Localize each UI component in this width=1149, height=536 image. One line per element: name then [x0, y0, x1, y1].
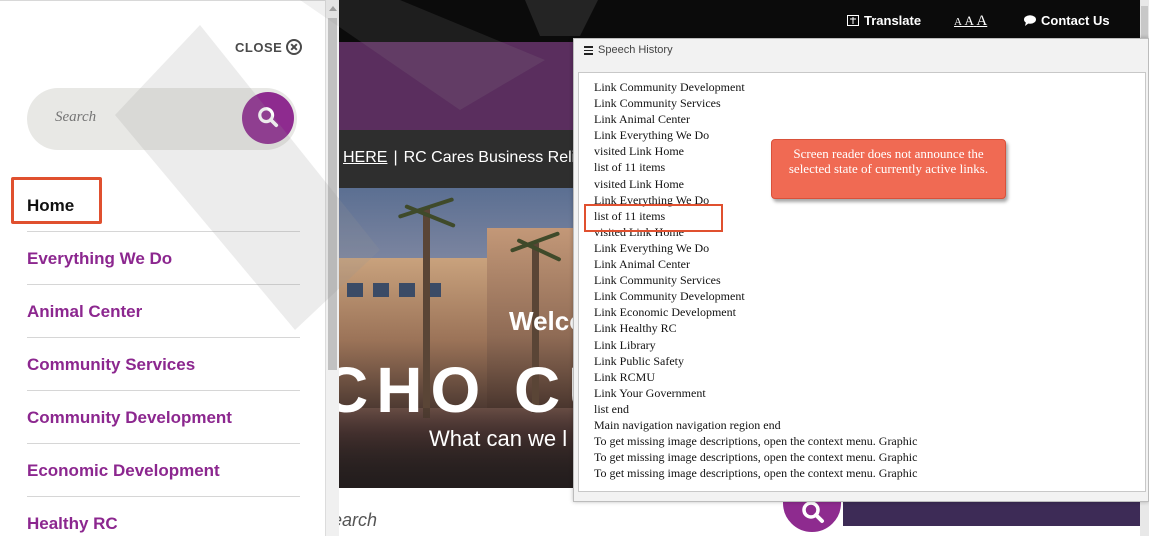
speech-history-titlebar[interactable]: Speech History [574, 39, 1148, 63]
menu-scrollbar[interactable] [325, 0, 339, 536]
contact-us-label: Contact Us [1041, 13, 1110, 28]
nav-item-animal-center[interactable]: Animal Center [27, 285, 300, 338]
text-size-controls: A A A [954, 13, 987, 30]
speech-history-line: Link Public Safety [594, 353, 684, 368]
speech-history-line: To get missing image descriptions, open … [594, 434, 918, 449]
notice-separator: | [393, 149, 398, 166]
speech-history-title: Speech History [598, 44, 673, 56]
menu-search-input[interactable] [55, 109, 225, 126]
text-size-small-button[interactable]: A [954, 16, 962, 28]
speech-history-log[interactable]: Link Community Development Link Community… [578, 72, 1146, 492]
menu-icon[interactable] [584, 46, 593, 55]
speech-history-line: Link Economic Development [594, 305, 736, 320]
speech-history-line: Link Community Development [594, 289, 745, 304]
close-icon [286, 39, 303, 55]
speech-history-line: Link Community Services [594, 273, 721, 288]
hero-window [347, 283, 363, 297]
menu-search-button[interactable] [242, 92, 294, 144]
speech-history-window: Speech History Link Community Developmen… [573, 38, 1149, 502]
close-menu-button[interactable]: CLOSE [235, 39, 303, 55]
nav-item-healthy-rc[interactable]: Healthy RC [27, 497, 300, 536]
translate-link[interactable]: Translate [847, 13, 921, 28]
speech-history-line: Link Animal Center [594, 112, 690, 127]
hero-window [373, 283, 389, 297]
speech-history-line: Link Animal Center [594, 257, 690, 272]
speech-history-line: Link RCMU [594, 369, 656, 384]
speech-history-line: To get missing image descriptions, open … [594, 466, 918, 481]
speech-history-line: Link Everything We Do [594, 240, 710, 255]
translate-icon [847, 15, 859, 26]
nav-item-community-services[interactable]: Community Services [27, 338, 300, 391]
text-size-medium-button[interactable]: A [965, 13, 974, 28]
search-bar-fill [843, 502, 1141, 526]
search-icon [802, 501, 824, 523]
hero-subtitle: What can we l [429, 426, 568, 451]
notice-message: RC Cares Business Relie [403, 149, 585, 166]
screenshot-root: Translate A A A Contact Us HERE | RC Cares… [0, 0, 1149, 536]
menu-scrollbar-thumb[interactable] [328, 18, 337, 370]
visited-link-highlight-box [584, 204, 723, 232]
speech-history-line: Link Your Government [594, 385, 706, 400]
contact-us-link[interactable]: Contact Us [1024, 13, 1110, 28]
search-icon [258, 107, 279, 128]
text-size-large-button[interactable]: A [976, 13, 987, 29]
scroll-up-arrow-icon[interactable] [329, 6, 337, 11]
menu-search [27, 88, 297, 150]
speech-history-line: Link Community Development [594, 80, 745, 94]
speech-bubble-icon [1024, 15, 1036, 26]
close-label: CLOSE [235, 40, 283, 55]
speech-history-line: Main navigation navigation region end [594, 417, 781, 432]
home-highlight-box [11, 177, 102, 224]
nav-item-community-development[interactable]: Community Development [27, 391, 300, 444]
notice-link[interactable]: HERE [343, 149, 387, 166]
speech-history-line: Link Healthy RC [594, 321, 677, 336]
speech-history-line: list end [594, 401, 629, 416]
speech-history-line: Link Community Services [594, 96, 721, 111]
hero-window [399, 283, 415, 297]
nav-item-everything-we-do[interactable]: Everything We Do [27, 232, 300, 285]
annotation-callout: Screen reader does not announce the sele… [771, 139, 1006, 199]
utility-topbar: Translate A A A Contact Us [327, 0, 1149, 42]
speech-history-line: Link Library [594, 337, 656, 352]
navigation-drawer: CLOSE Home Everything We Do Animal Cente… [0, 0, 327, 536]
translate-label: Translate [864, 13, 922, 28]
speech-history-line: To get missing image descriptions, open … [594, 450, 918, 465]
nav-item-economic-development[interactable]: Economic Development [27, 444, 300, 497]
notice-text: HERE | RC Cares Business Relie [343, 149, 584, 167]
